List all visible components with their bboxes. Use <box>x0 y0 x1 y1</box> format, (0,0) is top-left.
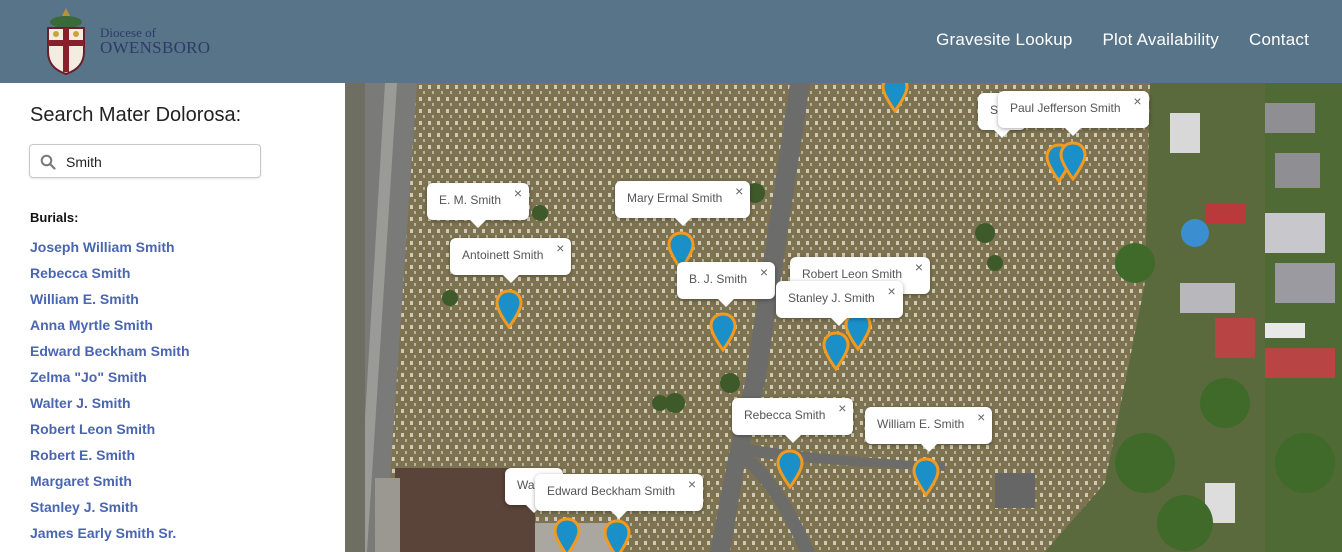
list-item: Stanley J. Smith <box>30 499 190 525</box>
nav-plot-availability[interactable]: Plot Availability <box>1103 30 1219 50</box>
burial-link[interactable]: James Early Smith Sr. <box>30 525 176 541</box>
map-pin-icon[interactable] <box>912 457 940 498</box>
list-item: Edward Beckham Smith <box>30 343 190 369</box>
map-popup[interactable]: Stanley J. Smith × <box>776 281 903 326</box>
list-item: Rebecca Smith <box>30 265 190 291</box>
map-pin-icon[interactable] <box>603 519 631 552</box>
main-nav: Gravesite Lookup Plot Availability Conta… <box>936 30 1309 50</box>
search-title: Search Mater Dolorosa: <box>30 104 242 126</box>
coat-of-arms-icon <box>47 8 85 76</box>
list-item: Margaret Smith <box>30 473 190 499</box>
popup-label: Wa <box>517 478 535 492</box>
close-icon[interactable]: × <box>735 183 743 199</box>
burial-link[interactable]: Walter J. Smith <box>30 395 131 411</box>
close-icon[interactable]: × <box>888 283 896 299</box>
close-icon[interactable]: × <box>1133 93 1141 109</box>
burial-link[interactable]: Rebecca Smith <box>30 265 130 281</box>
burial-link[interactable]: Robert Leon Smith <box>30 421 155 437</box>
search-sidebar: Search Mater Dolorosa: Burials: Joseph W… <box>0 83 345 552</box>
list-item: Robert E. Smith <box>30 447 190 473</box>
burial-link[interactable]: Anna Myrtle Smith <box>30 317 153 333</box>
list-item: Zelma "Jo" Smith <box>30 369 190 395</box>
burial-link[interactable]: Zelma "Jo" Smith <box>30 369 147 385</box>
map-pin-icon[interactable] <box>1059 141 1087 182</box>
map-popup[interactable]: Rebecca Smith × <box>732 398 854 443</box>
popup-label: William E. Smith <box>877 417 965 431</box>
map-pin-icon[interactable] <box>495 289 523 330</box>
popup-label: E. M. Smith <box>439 193 502 207</box>
burials-heading: Burials: <box>30 210 79 225</box>
map-popup[interactable]: Edward Beckham Smith × <box>535 474 704 519</box>
close-icon[interactable]: × <box>838 400 846 416</box>
close-icon[interactable]: × <box>977 409 985 425</box>
close-icon[interactable]: × <box>688 476 696 492</box>
nav-contact[interactable]: Contact <box>1249 30 1309 50</box>
list-item: Robert Leon Smith <box>30 421 190 447</box>
map-popup[interactable]: Mary Ermal Smith × <box>615 181 751 226</box>
burial-link[interactable]: Margaret Smith <box>30 473 132 489</box>
map-popup[interactable]: William E. Smith × <box>865 407 993 452</box>
burial-link[interactable]: Robert E. Smith <box>30 447 135 463</box>
map-pin-icon[interactable] <box>709 312 737 353</box>
map-pin-icon[interactable] <box>553 517 581 552</box>
list-item: James Early Smith Sr. <box>30 525 190 551</box>
popup-label: Robert Leon Smith <box>802 267 903 281</box>
diocese-logo[interactable]: Diocese of OWENSBORO <box>40 6 220 78</box>
list-item: Anna Myrtle Smith <box>30 317 190 343</box>
map-popup[interactable]: Antoinett Smith × <box>450 238 572 283</box>
list-item: Joseph William Smith <box>30 239 190 265</box>
burial-link[interactable]: William E. Smith <box>30 291 139 307</box>
popup-label: Edward Beckham Smith <box>547 484 676 498</box>
popup-label: Antoinett Smith <box>462 248 544 262</box>
list-item: Walter J. Smith <box>30 395 190 421</box>
search-box[interactable] <box>29 144 261 178</box>
map-popup[interactable]: B. J. Smith × <box>677 262 776 307</box>
map-pin-icon[interactable] <box>881 83 909 114</box>
site-header: Diocese of OWENSBORO Gravesite Lookup Pl… <box>0 0 1342 83</box>
popup-label: Mary Ermal Smith <box>627 191 723 205</box>
logo-line2: OWENSBORO <box>100 38 211 57</box>
burial-link[interactable]: Edward Beckham Smith <box>30 343 190 359</box>
search-input[interactable] <box>66 151 251 173</box>
close-icon[interactable]: × <box>915 259 923 275</box>
close-icon[interactable]: × <box>556 240 564 256</box>
nav-gravesite-lookup[interactable]: Gravesite Lookup <box>936 30 1072 50</box>
satellite-map[interactable]: S×Wa×E. M. Smith×Antoinett Smith×Mary Er… <box>345 83 1342 552</box>
burial-link[interactable]: Stanley J. Smith <box>30 499 138 515</box>
close-icon[interactable]: × <box>514 185 522 201</box>
search-icon <box>40 154 56 170</box>
popup-label: Rebecca Smith <box>744 408 826 422</box>
map-pin-icon[interactable] <box>776 449 804 490</box>
close-icon[interactable]: × <box>760 264 768 280</box>
list-item: William E. Smith <box>30 291 190 317</box>
popup-label: B. J. Smith <box>689 272 748 286</box>
popup-label: Stanley J. Smith <box>788 291 875 305</box>
map-popup[interactable]: E. M. Smith × <box>427 183 530 228</box>
popup-label: S <box>990 103 999 117</box>
burial-link[interactable]: Joseph William Smith <box>30 239 175 255</box>
popup-label: Paul Jefferson Smith <box>1010 101 1121 115</box>
map-popup[interactable]: Paul Jefferson Smith × <box>998 91 1149 136</box>
burial-list: Joseph William Smith Rebecca Smith Willi… <box>30 239 190 551</box>
